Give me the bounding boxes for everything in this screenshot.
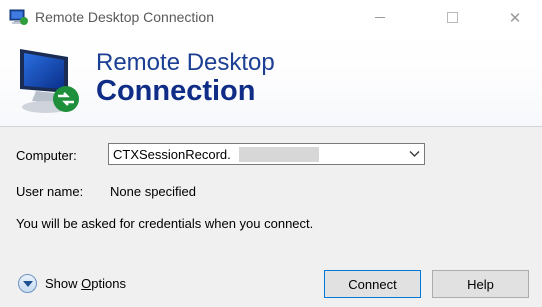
help-button-label: Help [467, 276, 494, 292]
remote-desktop-monitor-icon [20, 49, 79, 113]
maximize-button[interactable] [429, 0, 475, 35]
remote-desktop-app-icon [9, 9, 28, 25]
banner-title-line2: Connection [96, 75, 256, 107]
close-button[interactable]: ✕ [492, 0, 538, 35]
help-button[interactable]: Help [432, 270, 529, 298]
close-icon: ✕ [508, 9, 522, 27]
computer-value: CTXSessionRecord. [113, 147, 231, 162]
username-label: User name: [16, 184, 84, 199]
banner: Remote Desktop Connection [0, 35, 542, 127]
chevron-down-icon[interactable] [409, 150, 420, 158]
credentials-note: You will be asked for credentials when y… [16, 216, 314, 231]
computer-label: Computer: [16, 148, 77, 163]
expand-options-icon[interactable] [18, 274, 37, 293]
computer-combobox[interactable]: CTXSessionRecord. [108, 143, 425, 165]
banner-title-line1: Remote Desktop [96, 49, 275, 76]
connect-button-label: Connect [348, 276, 397, 292]
show-options-label[interactable]: Show Options [45, 276, 126, 291]
connect-button[interactable]: Connect [324, 270, 421, 298]
maximize-icon [446, 12, 458, 23]
minimize-icon [375, 17, 385, 18]
minimize-button[interactable] [357, 0, 403, 35]
window-title: Remote Desktop Connection [35, 9, 214, 25]
username-value: None specified [110, 184, 196, 199]
title-bar: Remote Desktop Connection ✕ [0, 0, 542, 35]
redacted-text [239, 147, 319, 162]
